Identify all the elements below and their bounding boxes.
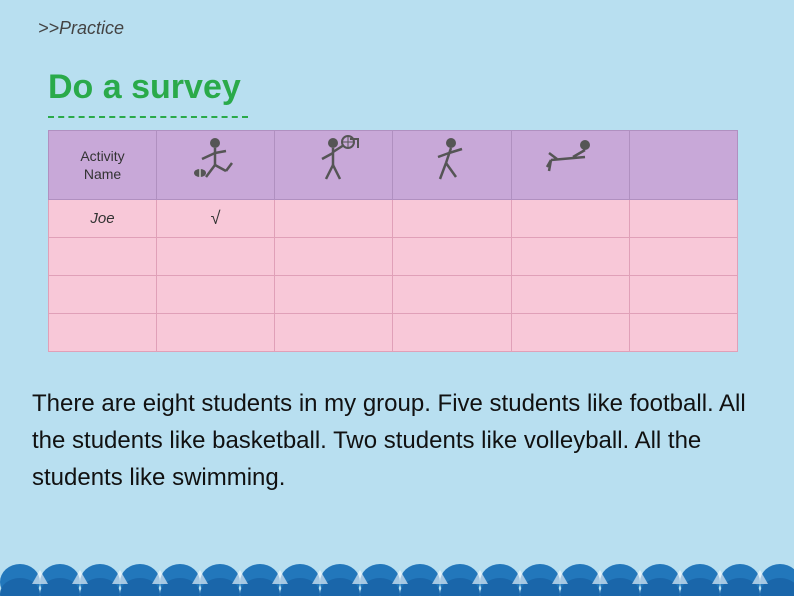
student2-volleyball [393,238,511,276]
student2-basketball [275,238,393,276]
page-title: Do a survey [48,68,241,107]
student-name-4 [49,314,157,352]
football-icon [188,135,243,190]
swimming-icon [543,135,598,190]
survey-table-container: Activity Name [48,130,738,352]
extra-header [629,131,737,200]
student4-volleyball [393,314,511,352]
student2-swimming [511,238,629,276]
student3-swimming [511,276,629,314]
title-underline [48,116,248,118]
student3-football [157,276,275,314]
table-row [49,276,738,314]
student-name-2 [49,238,157,276]
volleyball-icon [424,135,479,190]
football-header [157,131,275,200]
activity-name-header: Activity Name [49,131,157,200]
table-row [49,314,738,352]
table-header-row: Activity Name [49,131,738,200]
joe-basketball [275,200,393,238]
summary-paragraph: There are eight students in my group. Fi… [32,385,762,497]
basketball-icon [306,135,361,190]
survey-table: Activity Name [48,130,738,352]
student2-extra [629,238,737,276]
joe-football: √ [157,200,275,238]
student2-football [157,238,275,276]
practice-label: >>Practice [38,18,124,39]
joe-volleyball [393,200,511,238]
wave-svg [0,526,794,596]
student3-extra [629,276,737,314]
student-name-joe: Joe [49,200,157,238]
student4-swimming [511,314,629,352]
joe-extra [629,200,737,238]
joe-swimming [511,200,629,238]
volleyball-header [393,131,511,200]
table-row: Joe √ [49,200,738,238]
student4-basketball [275,314,393,352]
table-row [49,238,738,276]
student-name-3 [49,276,157,314]
swimming-header [511,131,629,200]
student4-extra [629,314,737,352]
student4-football [157,314,275,352]
student3-volleyball [393,276,511,314]
basketball-header [275,131,393,200]
student3-basketball [275,276,393,314]
wave-decoration [0,526,794,596]
